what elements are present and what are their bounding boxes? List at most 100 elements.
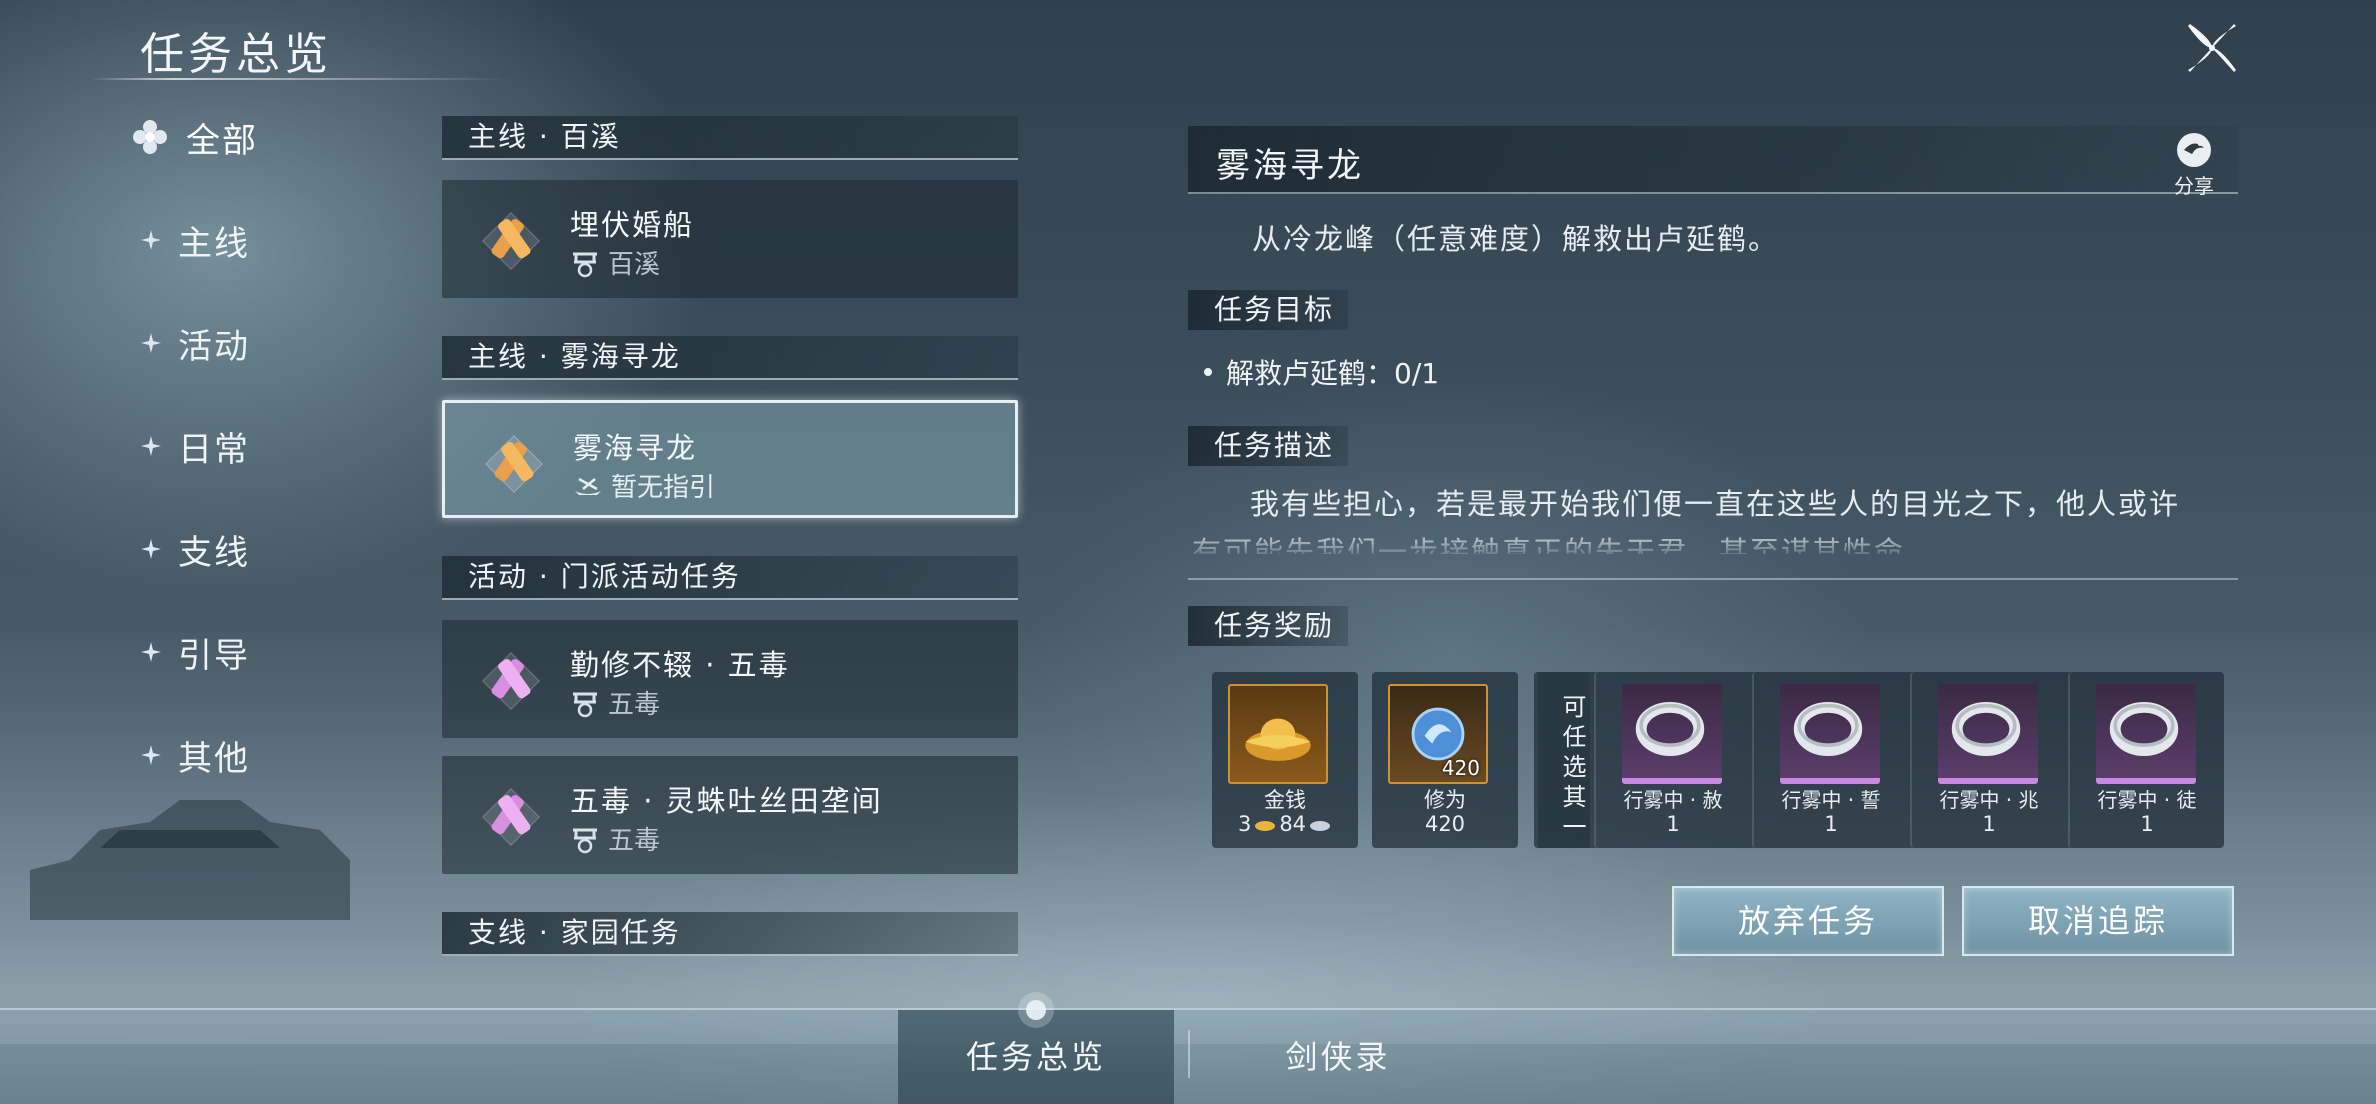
quest-group-header: 主线 · 雾海寻龙 xyxy=(442,336,1018,380)
quest-name: 勤修不辍 · 五毒 xyxy=(570,648,790,682)
reward-slot xyxy=(1780,684,1880,784)
choice-item[interactable]: 行雾中 · 徒 1 xyxy=(2068,672,2224,848)
detail-title: 雾海寻龙 xyxy=(1216,146,1364,186)
sparkle-icon xyxy=(141,333,161,353)
reward-slot xyxy=(1228,684,1328,784)
quest-card-selected[interactable]: 雾海寻龙 暂无指引 xyxy=(442,400,1018,518)
ring-icon xyxy=(1951,702,2021,756)
reward-label: 行雾中 · 赦 xyxy=(1623,788,1723,812)
reward-slot xyxy=(1622,684,1722,784)
scroll-icon xyxy=(485,435,543,493)
quantity-badge: 420 xyxy=(1441,756,1480,780)
gold-coin-icon xyxy=(1255,821,1276,831)
silver-coin-icon xyxy=(1310,821,1331,831)
rewards-header: 任务奖励 xyxy=(1188,606,1348,646)
quest-location: 五毒 xyxy=(570,684,660,721)
share-icon xyxy=(2177,133,2211,167)
category-all[interactable]: 全部 xyxy=(133,107,258,167)
description-scroll[interactable]: 我有些担心，若是最开始我们便一直在这些人的目光之下，他人或许有可能先我们一步接触… xyxy=(1192,480,2192,554)
choice-item[interactable]: 行雾中 · 兆 1 xyxy=(1910,672,2066,848)
bullet-icon xyxy=(1204,368,1212,376)
tab-separator xyxy=(1188,1030,1190,1078)
reward-amount: 3 84 xyxy=(1212,812,1358,836)
gate-icon xyxy=(573,828,597,853)
choice-label: 可任选其一 xyxy=(1538,672,1590,848)
share-label: 分享 xyxy=(2174,174,2214,198)
reward-amount: 1 xyxy=(2140,812,2154,836)
title-underline xyxy=(90,78,510,80)
objective-text: 解救卢延鹤：0/1 xyxy=(1226,357,1440,390)
quest-summary: 从冷龙峰（任意难度）解救出卢延鹤。 xyxy=(1252,222,1780,256)
reward-cultivation[interactable]: 420 修为 420 xyxy=(1372,672,1518,848)
objective-item: 解救卢延鹤：0/1 xyxy=(1204,352,1439,392)
ring-icon xyxy=(1635,702,1705,756)
flower-icon xyxy=(133,120,167,154)
tab-sword-hero-record[interactable]: 剑侠录 xyxy=(1200,1010,1476,1104)
reward-amount: 420 xyxy=(1424,812,1466,836)
category-label: 活动 xyxy=(178,326,250,367)
quest-location-label: 五毒 xyxy=(608,826,661,856)
reward-gold[interactable]: 金钱 3 84 xyxy=(1212,672,1358,848)
scroll-icon xyxy=(482,652,540,710)
reward-label: 金钱 xyxy=(1264,788,1306,812)
quest-group-header: 支线 · 家园任务 xyxy=(442,912,1018,956)
choice-item[interactable]: 行雾中 · 赦 1 xyxy=(1594,672,1750,848)
reward-amount: 1 xyxy=(1666,812,1680,836)
gate-icon xyxy=(573,252,597,277)
gold-amount: 3 xyxy=(1237,812,1252,836)
sparkle-icon xyxy=(141,745,161,765)
quest-location-label: 百溪 xyxy=(608,250,661,280)
boat-icon xyxy=(575,477,601,495)
category-label: 引导 xyxy=(178,635,250,676)
quest-card[interactable]: 勤修不辍 · 五毒 五毒 xyxy=(442,620,1018,738)
reward-label: 行雾中 · 兆 xyxy=(1939,788,2039,812)
category-side[interactable]: 支线 xyxy=(140,519,250,579)
reward-slot: 420 xyxy=(1388,684,1488,784)
quest-name: 埋伏婚船 xyxy=(570,208,695,242)
ring-icon xyxy=(2109,702,2179,756)
page-title: 任务总览 xyxy=(140,29,332,80)
quest-card[interactable]: 五毒 · 灵蛛吐丝田垄间 五毒 xyxy=(442,756,1018,874)
reward-slot xyxy=(1938,684,2038,784)
category-guide[interactable]: 引导 xyxy=(140,622,250,682)
share-button[interactable]: 分享 xyxy=(2158,130,2230,198)
choice-reward-group: 可任选其一 行雾中 · 赦 1 行雾中 · 誓 1 行雾中 · 兆 1 行雾中 … xyxy=(1534,672,2224,848)
sparkle-icon xyxy=(141,642,161,662)
quest-group-header: 活动 · 门派活动任务 xyxy=(442,556,1018,600)
category-main[interactable]: 主线 xyxy=(140,210,250,270)
silver-amount: 84 xyxy=(1279,812,1307,836)
reward-label: 修为 xyxy=(1424,788,1466,812)
reward-label: 行雾中 · 誓 xyxy=(1781,788,1881,812)
sparkle-icon xyxy=(141,230,161,250)
category-other[interactable]: 其他 xyxy=(140,725,250,785)
quest-name: 五毒 · 灵蛛吐丝田垄间 xyxy=(570,784,883,818)
choice-item[interactable]: 行雾中 · 誓 1 xyxy=(1752,672,1908,848)
quest-location-label: 暂无指引 xyxy=(611,473,716,503)
category-activity[interactable]: 活动 xyxy=(140,313,250,373)
quest-group-header: 主线 · 百溪 xyxy=(442,116,1018,160)
untrack-button[interactable]: 取消追踪 xyxy=(1962,886,2234,956)
abandon-quest-button[interactable]: 放弃任务 xyxy=(1672,886,1944,956)
description-text: 我有些担心，若是最开始我们便一直在这些人的目光之下，他人或许有可能先我们一步接触… xyxy=(1192,487,2181,554)
ring-icon xyxy=(1793,702,1863,756)
gate-icon xyxy=(573,692,597,717)
category-label: 主线 xyxy=(178,223,250,264)
reward-amount: 1 xyxy=(1982,812,1996,836)
reward-slot xyxy=(2096,684,2196,784)
close-icon[interactable] xyxy=(2182,18,2242,78)
divider xyxy=(1188,578,2238,580)
sparkle-icon xyxy=(141,436,161,456)
category-label: 全部 xyxy=(186,120,258,161)
sparkle-icon xyxy=(141,539,161,559)
detail-title-bar: 雾海寻龙 xyxy=(1188,126,2238,194)
quest-location: 百溪 xyxy=(570,244,660,281)
description-header: 任务描述 xyxy=(1188,426,1348,466)
active-tab-glow-icon xyxy=(1018,992,1054,1028)
reward-amount: 1 xyxy=(1824,812,1838,836)
quest-location: 五毒 xyxy=(570,820,660,857)
category-daily[interactable]: 日常 xyxy=(140,416,250,476)
reward-label: 行雾中 · 徒 xyxy=(2097,788,2197,812)
scroll-icon xyxy=(482,212,540,270)
quest-card[interactable]: 埋伏婚船 百溪 xyxy=(442,180,1018,298)
category-label: 其他 xyxy=(178,738,250,779)
